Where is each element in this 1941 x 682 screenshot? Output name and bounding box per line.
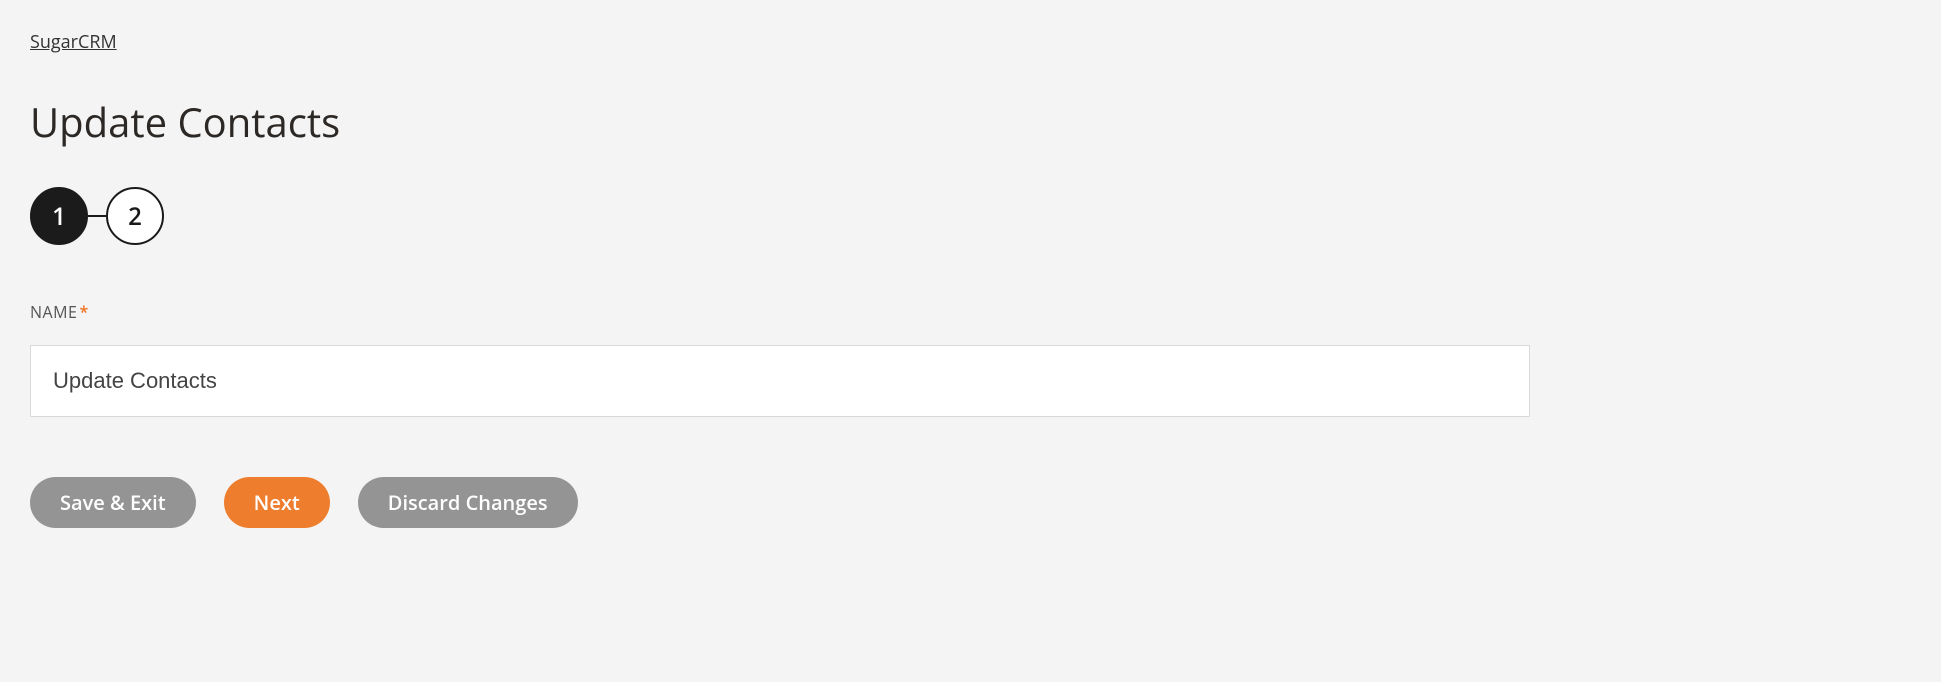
name-input[interactable] <box>30 345 1530 417</box>
step-1[interactable]: 1 <box>30 187 88 245</box>
discard-changes-button[interactable]: Discard Changes <box>358 477 578 528</box>
name-label-text: NAME <box>30 301 77 323</box>
next-button[interactable]: Next <box>224 477 330 528</box>
required-mark: * <box>79 301 88 323</box>
breadcrumb-link-sugarcrm[interactable]: SugarCRM <box>30 30 117 54</box>
step-connector <box>88 215 106 217</box>
save-exit-button[interactable]: Save & Exit <box>30 477 196 528</box>
name-field-label: NAME* <box>30 301 1911 323</box>
stepper: 1 2 <box>30 187 1911 245</box>
breadcrumb: SugarCRM <box>30 30 1911 54</box>
action-bar: Save & Exit Next Discard Changes <box>30 477 1911 528</box>
page-title: Update Contacts <box>30 94 1911 149</box>
step-2[interactable]: 2 <box>106 187 164 245</box>
